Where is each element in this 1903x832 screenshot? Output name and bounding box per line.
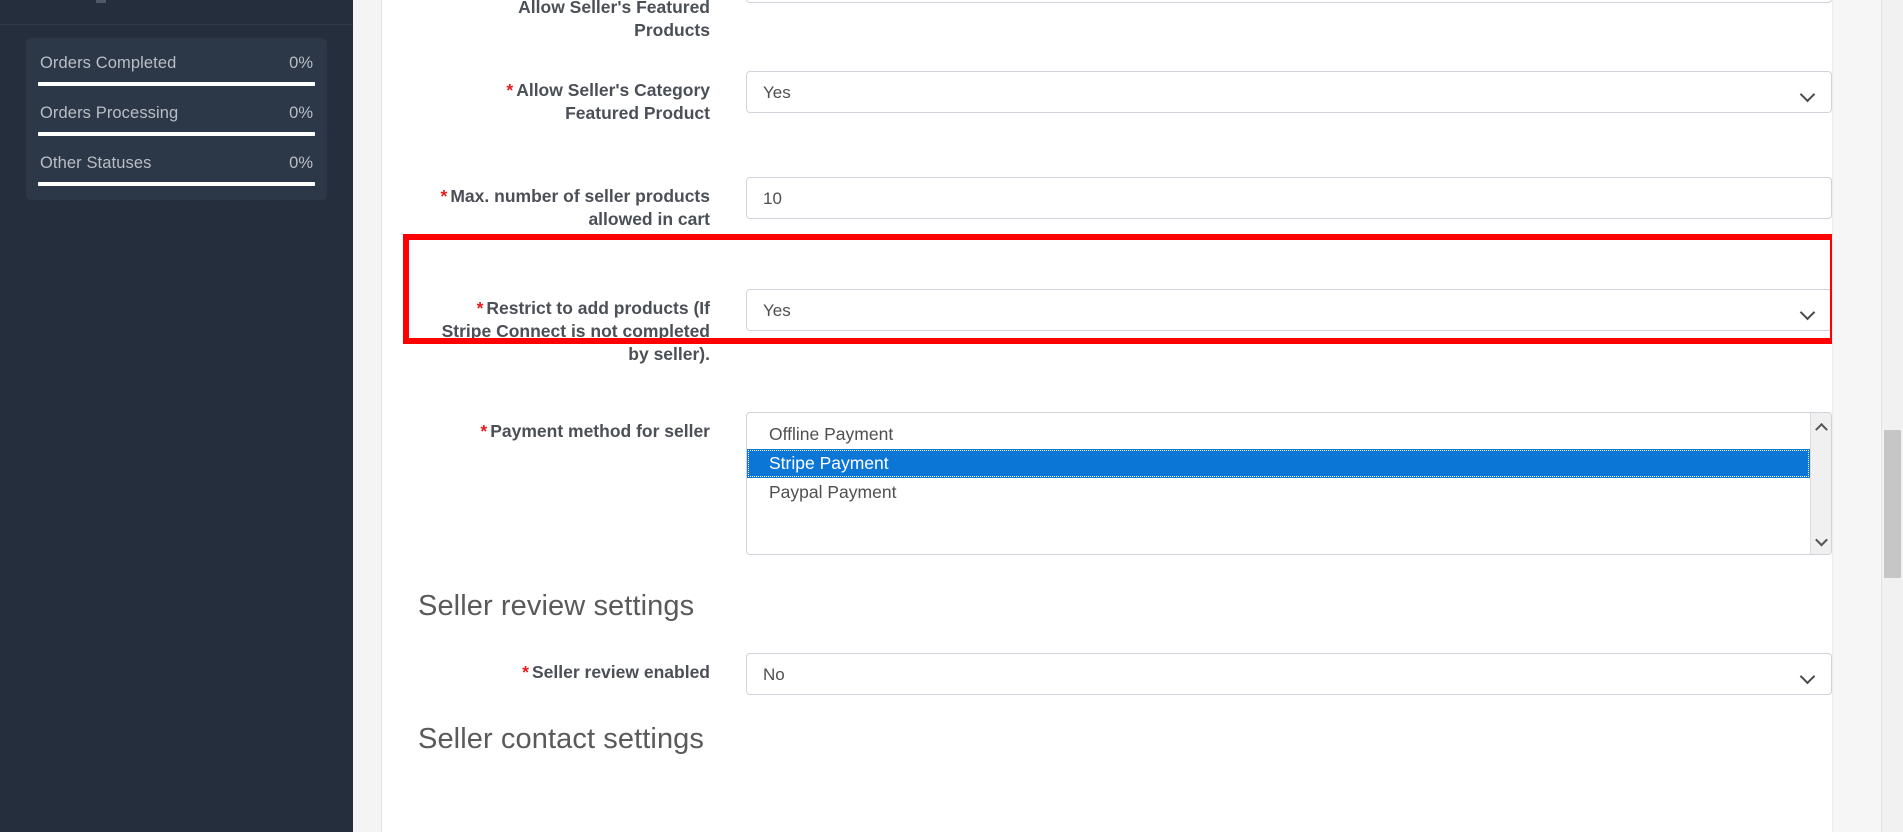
field-label: * Seller review enabled: [382, 653, 710, 684]
select-value: Yes: [763, 82, 791, 102]
sidebar-top-strip: [0, 0, 353, 25]
field-label-line-1: * Seller review enabled: [522, 662, 710, 682]
stat-label: Other Statuses: [40, 154, 152, 172]
restrict-to-add-products-select[interactable]: Yes: [746, 289, 1832, 331]
field-label: * Payment method for seller: [382, 412, 710, 443]
stat-progress-fill: [38, 82, 315, 86]
stat-head: Orders Completed 0%: [38, 54, 315, 73]
field-label-line: Products: [634, 20, 710, 40]
required-asterisk: *: [522, 662, 529, 682]
payment-method-listbox[interactable]: Offline Payment Stripe Payment Paypal Pa…: [746, 412, 1832, 555]
field-label: * Max. number of seller products allowed …: [382, 177, 710, 231]
stat-progress-fill: [38, 132, 315, 136]
max-seller-products-input[interactable]: 10: [746, 177, 1832, 219]
field-control: No: [710, 653, 1832, 695]
required-asterisk: *: [476, 298, 484, 318]
field-label-line-2: allowed in cart: [588, 209, 710, 229]
payment-method-options[interactable]: Offline Payment Stripe Payment Paypal Pa…: [747, 413, 1810, 554]
page-scrollbar-thumb[interactable]: [1884, 430, 1901, 578]
order-stats-card: Orders Completed 0% Orders Processing 0%: [26, 38, 327, 200]
list-option-paypal-payment[interactable]: Paypal Payment: [747, 478, 1810, 507]
field-label-line-1: * Payment method for seller: [480, 421, 710, 441]
stat-progress-track: [38, 82, 315, 86]
chevron-up-icon[interactable]: [1811, 417, 1831, 436]
select-value: Yes: [763, 300, 791, 320]
stat-row-orders-processing: Orders Processing 0%: [38, 104, 315, 136]
settings-form-panel: Allow Seller's Featured Products * Allow …: [382, 0, 1903, 832]
stat-progress-track: [38, 182, 315, 186]
page-scrollbar[interactable]: [1881, 0, 1903, 832]
allow-sellers-featured-products-select[interactable]: [746, 0, 1832, 3]
stat-progress-fill: [38, 182, 315, 186]
list-option-stripe-payment[interactable]: Stripe Payment: [747, 449, 1810, 478]
field-control: [710, 0, 1832, 3]
app-root: Orders Completed 0% Orders Processing 0%: [0, 0, 1903, 832]
field-label-line-1: * Max. number of seller products: [440, 186, 710, 206]
field-control: Yes: [710, 71, 1832, 113]
input-value: 10: [763, 188, 782, 208]
field-payment-method-for-seller: * Payment method for seller Offline Payme…: [382, 412, 1832, 555]
required-asterisk: *: [480, 421, 488, 441]
field-control: Yes: [710, 289, 1832, 331]
field-seller-review-enabled: * Seller review enabled No: [382, 653, 1832, 695]
content-gutter: [353, 0, 382, 832]
stat-head: Orders Processing 0%: [38, 104, 315, 123]
field-allow-sellers-category-featured-product: * Allow Seller's Category Featured Produc…: [382, 71, 1832, 125]
required-asterisk: *: [440, 186, 448, 206]
sidebar: Orders Completed 0% Orders Processing 0%: [0, 0, 353, 832]
listbox-scrollbar[interactable]: [1810, 413, 1831, 554]
field-label-line-2: Featured Product: [565, 103, 710, 123]
section-seller-review-settings: Seller review settings: [382, 589, 1832, 623]
seller-review-enabled-select[interactable]: No: [746, 653, 1832, 695]
stat-row-other-statuses: Other Statuses 0%: [38, 154, 315, 186]
clipped-sidebar-icon: [96, 0, 106, 3]
allow-sellers-category-featured-product-select[interactable]: Yes: [746, 71, 1832, 113]
field-label-line-1: * Restrict to add products (If: [476, 298, 710, 318]
stat-progress-track: [38, 132, 315, 136]
field-restrict-to-add-products: * Restrict to add products (If Stripe Con…: [382, 289, 1832, 366]
field-label: * Restrict to add products (If Stripe Con…: [382, 289, 710, 366]
stat-percent: 0%: [289, 104, 313, 122]
select-value: No: [763, 664, 785, 684]
field-label-line-2: Stripe Connect is not completed: [441, 321, 710, 341]
stat-row-orders-completed: Orders Completed 0%: [38, 54, 315, 86]
stat-head: Other Statuses 0%: [38, 154, 315, 173]
stat-label: Orders Processing: [40, 104, 179, 122]
section-seller-contact-settings: Seller contact settings: [382, 722, 1832, 756]
stat-percent: 0%: [289, 54, 313, 72]
stat-percent: 0%: [289, 154, 313, 172]
page-scrollbar-gutter: [1832, 0, 1881, 832]
field-label-line: Allow Seller's Featured: [518, 0, 710, 17]
field-control: Offline Payment Stripe Payment Paypal Pa…: [710, 412, 1832, 555]
chevron-down-icon[interactable]: [1811, 532, 1831, 550]
required-asterisk: *: [506, 80, 514, 100]
field-label-line-1: * Allow Seller's Category: [506, 80, 710, 100]
stat-label: Orders Completed: [40, 54, 177, 72]
section-heading: Seller review settings: [418, 590, 695, 622]
section-heading: Seller contact settings: [418, 723, 704, 755]
field-allow-sellers-featured-products: Allow Seller's Featured Products: [382, 0, 1832, 42]
field-label: Allow Seller's Featured Products: [382, 0, 710, 42]
field-control: 10: [710, 177, 1832, 219]
field-max-seller-products-in-cart: * Max. number of seller products allowed …: [382, 177, 1832, 231]
field-label-line-3: by seller).: [628, 344, 710, 364]
field-label: * Allow Seller's Category Featured Produc…: [382, 71, 710, 125]
list-option-offline-payment[interactable]: Offline Payment: [747, 420, 1810, 449]
